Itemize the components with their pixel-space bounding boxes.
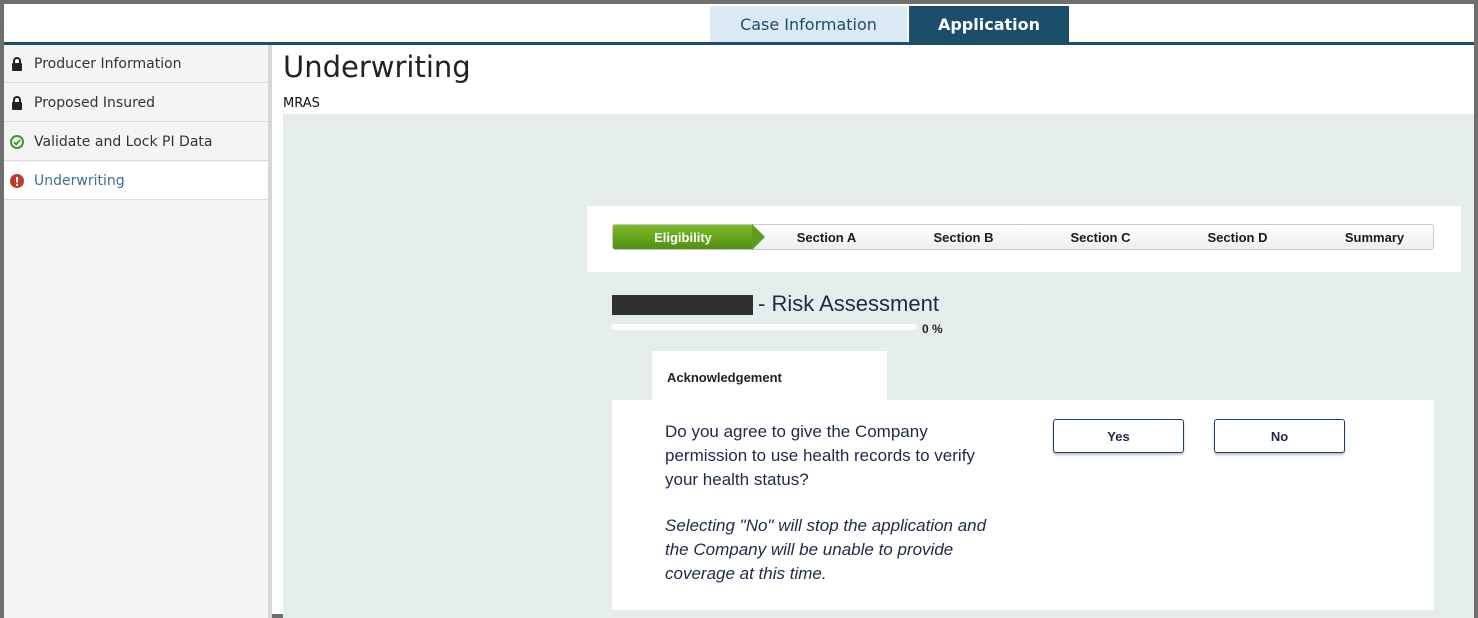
- step-summary[interactable]: Summary: [1306, 225, 1443, 249]
- page-subtitle: MRAS: [283, 96, 320, 111]
- sidebar-item-validate-lock-pi-data[interactable]: Validate and Lock PI Data: [4, 123, 268, 161]
- top-tab-bar: Case Information Application: [4, 4, 1474, 45]
- question-text: Do you agree to give the Company permiss…: [665, 422, 975, 489]
- sidebar-item-label: Producer Information: [34, 55, 182, 72]
- sidebar-item-label: Proposed Insured: [34, 94, 156, 111]
- page-title: Underwriting: [283, 50, 471, 84]
- risk-progress-bar: [612, 324, 916, 330]
- step-section-c[interactable]: Section C: [1032, 225, 1169, 249]
- lock-icon: [10, 95, 24, 110]
- step-section-a[interactable]: Section A: [758, 225, 895, 249]
- sidebar-item-proposed-insured[interactable]: Proposed Insured: [4, 84, 268, 122]
- yes-button[interactable]: Yes: [1053, 419, 1184, 453]
- step-section-b[interactable]: Section B: [895, 225, 1032, 249]
- check-circle-icon: [10, 134, 24, 149]
- sidebar-item-label: Underwriting: [34, 172, 125, 189]
- tab-case-information[interactable]: Case Information: [710, 6, 907, 42]
- risk-progress-label: 0 %: [922, 322, 943, 336]
- sidebar-item-label: Validate and Lock PI Data: [34, 133, 213, 150]
- no-button[interactable]: No: [1214, 419, 1345, 453]
- sidebar: Producer Information Proposed Insured Va…: [4, 45, 272, 618]
- app-window: Case Information Application Producer In…: [0, 0, 1478, 618]
- sidebar-item-underwriting[interactable]: Underwriting: [4, 162, 268, 200]
- acknowledgement-tab-label: Acknowledgement: [667, 369, 782, 385]
- lock-icon: [10, 56, 24, 71]
- alert-circle-icon: [10, 173, 24, 188]
- tab-application[interactable]: Application: [909, 6, 1069, 42]
- step-progress-bar: Eligibility Section A Section B Section …: [612, 224, 1434, 250]
- redacted-name: [612, 295, 753, 315]
- step-section-d[interactable]: Section D: [1169, 225, 1306, 249]
- acknowledgement-tab[interactable]: Acknowledgement: [652, 351, 887, 403]
- sidebar-item-producer-information[interactable]: Producer Information: [4, 45, 268, 83]
- step-eligibility[interactable]: Eligibility: [613, 225, 753, 249]
- question-note: Selecting "No" will stop the application…: [665, 516, 987, 583]
- risk-assessment-title: - Risk Assessment: [758, 291, 939, 316]
